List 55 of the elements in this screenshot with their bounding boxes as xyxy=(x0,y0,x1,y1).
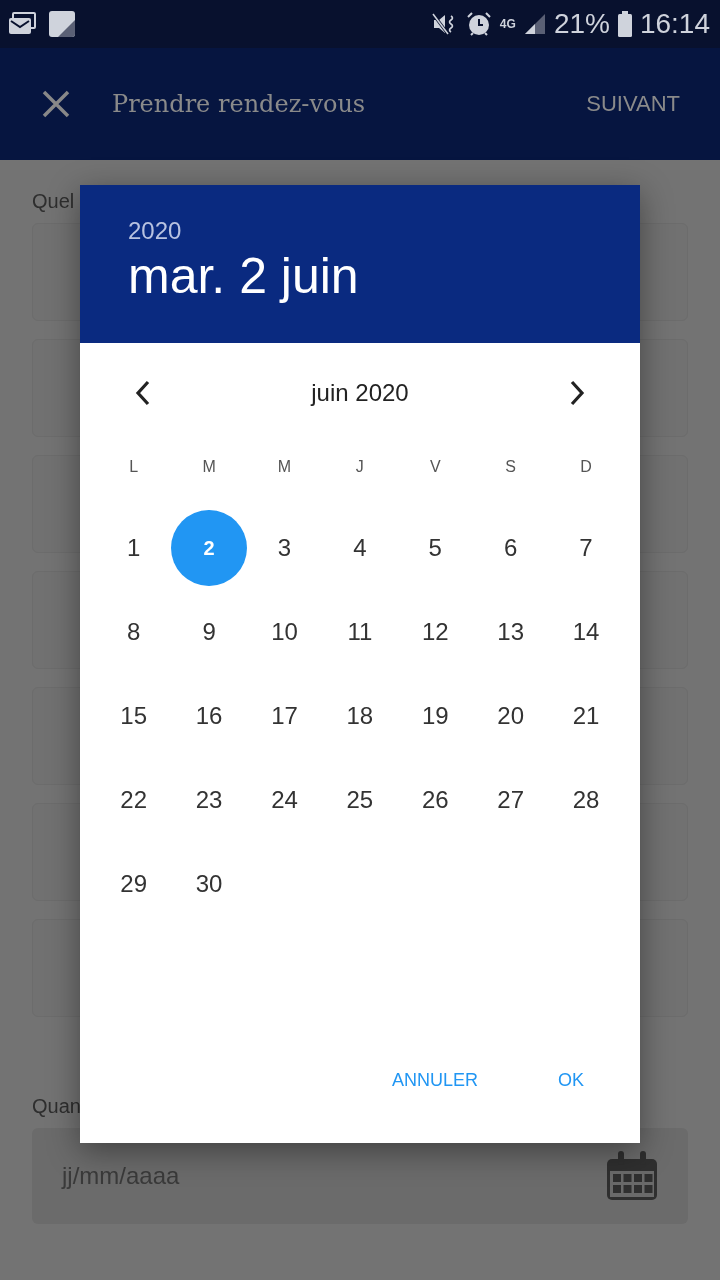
weekday-label: S xyxy=(504,458,517,476)
day-button[interactable]: 29 xyxy=(96,846,172,922)
day-button[interactable]: 24 xyxy=(246,762,323,838)
day-button[interactable]: 28 xyxy=(548,762,624,838)
day-button[interactable]: 9 xyxy=(171,594,247,670)
day-button[interactable]: 27 xyxy=(472,762,549,838)
day-button[interactable]: 25 xyxy=(322,762,398,838)
weekday-label: D xyxy=(579,458,593,476)
app-notification-icon xyxy=(48,10,76,38)
battery-percentage: 21% xyxy=(553,8,610,40)
day-button[interactable]: 3 xyxy=(246,510,323,586)
alarm-icon xyxy=(465,11,492,37)
next-button[interactable]: SUIVANT xyxy=(586,87,680,121)
screen-title: Prendre rendez-vous xyxy=(112,90,367,118)
weekday-label: M xyxy=(201,458,217,476)
day-button[interactable]: 4 xyxy=(322,510,398,586)
day-button[interactable]: 13 xyxy=(472,594,549,670)
previous-month-icon[interactable] xyxy=(135,380,151,406)
day-button[interactable]: 6 xyxy=(472,510,549,586)
day-button[interactable]: 16 xyxy=(171,678,247,754)
weekday-label: J xyxy=(354,458,365,476)
weekday-label: V xyxy=(428,458,442,476)
battery-icon xyxy=(617,11,632,37)
selected-year[interactable]: 2020 xyxy=(128,217,592,245)
day-button[interactable]: 7 xyxy=(548,510,624,586)
day-button[interactable]: 19 xyxy=(397,678,473,754)
close-icon[interactable] xyxy=(42,90,70,118)
day-button[interactable]: 22 xyxy=(96,762,172,838)
network-type: 4G xyxy=(499,17,516,31)
day-button[interactable]: 10 xyxy=(246,594,323,670)
day-button[interactable]: 20 xyxy=(472,678,549,754)
day-button[interactable]: 26 xyxy=(397,762,473,838)
day-button[interactable]: 11 xyxy=(322,594,398,670)
day-button[interactable]: 23 xyxy=(171,762,247,838)
day-button[interactable]: 21 xyxy=(548,678,624,754)
signal-icon xyxy=(523,13,546,35)
question-label: Quan xyxy=(32,1095,82,1118)
day-button[interactable]: 5 xyxy=(397,510,473,586)
mail-icon xyxy=(8,12,36,36)
day-button[interactable]: 14 xyxy=(548,594,624,670)
status-time: 16:14 xyxy=(639,8,710,40)
calendar-icon[interactable] xyxy=(606,1151,658,1201)
day-button[interactable]: 8 xyxy=(96,594,172,670)
question-label: Quel xyxy=(32,190,76,213)
day-button[interactable]: 15 xyxy=(96,678,172,754)
day-button[interactable]: 12 xyxy=(397,594,473,670)
day-button[interactable]: 30 xyxy=(171,846,247,922)
day-button[interactable]: 18 xyxy=(322,678,398,754)
day-button[interactable]: 1 xyxy=(96,510,172,586)
next-month-icon[interactable] xyxy=(569,380,585,406)
weekday-label: L xyxy=(128,458,140,476)
month-label: juin 2020 xyxy=(311,379,409,407)
weekday-label: M xyxy=(276,458,293,476)
day-button[interactable]: 17 xyxy=(246,678,323,754)
selected-date: mar. 2 juin xyxy=(128,247,360,305)
